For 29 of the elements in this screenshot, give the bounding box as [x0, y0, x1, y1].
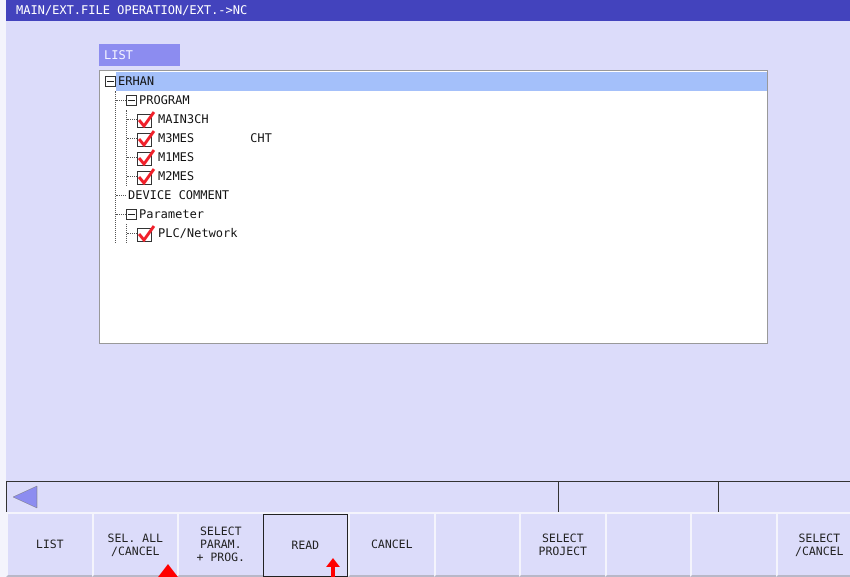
checkbox[interactable]	[137, 111, 156, 128]
tree-item[interactable]: PROGRAM	[137, 91, 190, 110]
softkey[interactable]: CANCEL	[348, 514, 434, 577]
pointer-arrow-icon	[326, 558, 340, 577]
checkbox[interactable]	[137, 149, 156, 166]
checkbox[interactable]	[137, 130, 156, 147]
pointer-arrow-icon	[158, 564, 178, 577]
tree-item[interactable]: DEVICE COMMENT	[126, 186, 230, 205]
collapse-icon[interactable]	[105, 76, 116, 87]
softkey[interactable]: SELECT PARAM. + PROG.	[177, 514, 262, 577]
softkey[interactable]: SELECT /CANCEL	[776, 514, 850, 577]
tree-item[interactable]: Parameter	[137, 205, 204, 224]
checkbox[interactable]	[137, 168, 156, 185]
tree-item[interactable]: PLC/Network	[156, 224, 238, 243]
softkey[interactable]: SELECT PROJECT	[519, 514, 604, 577]
softkey[interactable]: SEL. ALL /CANCEL	[92, 514, 177, 577]
tree-item[interactable]: ERHAN	[116, 72, 767, 91]
tree-item[interactable]: MAIN3CH	[156, 110, 209, 129]
window-title: MAIN/EXT.FILE OPERATION/EXT.->NC	[6, 0, 850, 21]
tree-item[interactable]: M2MES	[156, 167, 194, 186]
collapse-icon[interactable]	[126, 209, 137, 220]
tree-item[interactable]: M3MES	[156, 129, 194, 148]
softkey[interactable]: LIST	[6, 514, 92, 577]
item-comment: CHT	[250, 130, 272, 147]
tree-item[interactable]: M1MES	[156, 148, 194, 167]
checkbox[interactable]	[137, 225, 156, 242]
left-arrow-icon[interactable]	[11, 485, 39, 509]
softkey[interactable]: READ	[262, 514, 348, 577]
collapse-icon[interactable]	[126, 95, 137, 106]
